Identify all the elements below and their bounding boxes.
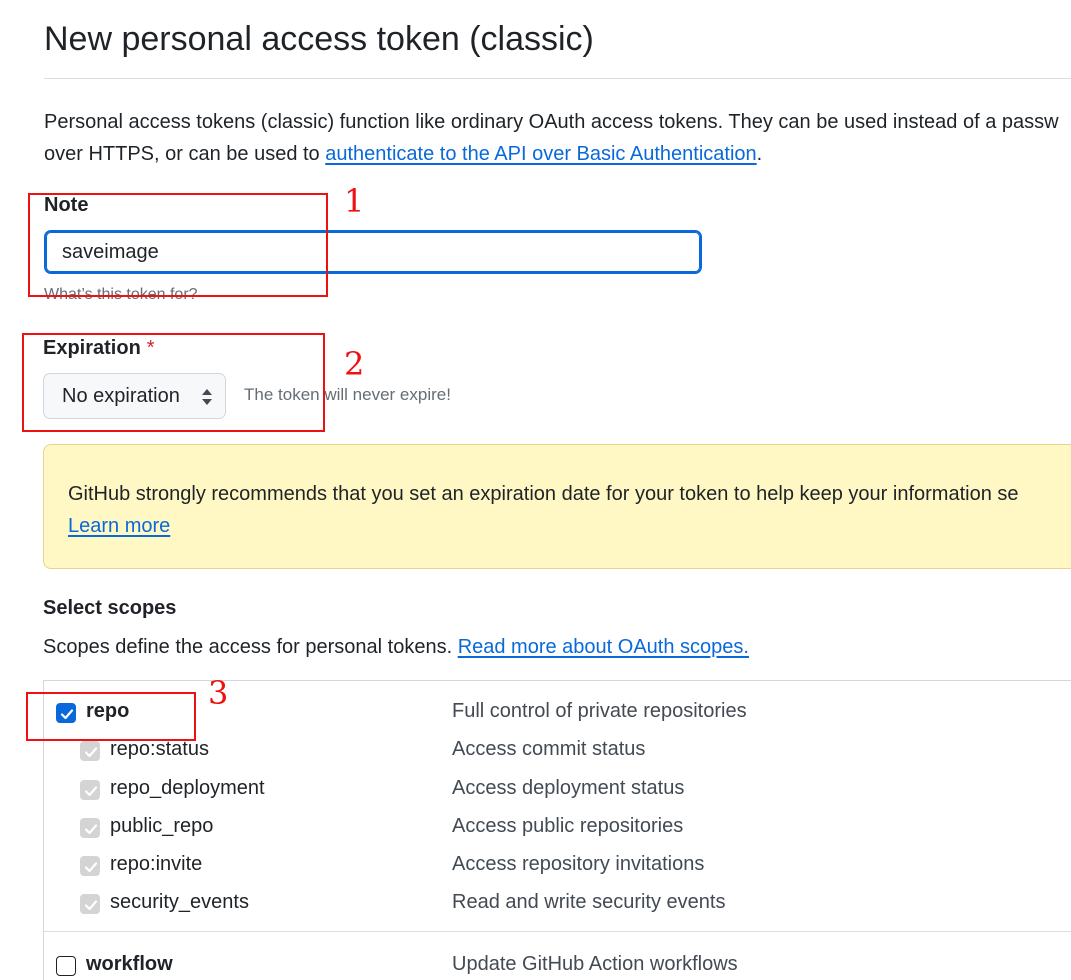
title-divider	[44, 78, 1071, 79]
annotation-label-2: 2	[344, 345, 365, 383]
oauth-scopes-link[interactable]: Read more about OAuth scopes.	[458, 636, 749, 658]
warning-text: GitHub strongly recommends that you set …	[68, 483, 1019, 505]
intro-line-2: over HTTPS, or can be used to authentica…	[44, 138, 1071, 170]
scope-checkbox-security-events	[80, 894, 100, 914]
page: New personal access token (classic) Pers…	[0, 0, 1071, 980]
scope-checkbox-repo-deployment	[80, 780, 100, 800]
scope-name: repo_deployment	[110, 777, 265, 799]
scope-description: Update GitHub Action workflows	[452, 953, 738, 975]
check-icon	[84, 862, 98, 873]
scope-description: Full control of private repositories	[452, 700, 747, 722]
scopes-description: Scopes define the access for personal to…	[43, 636, 749, 659]
annotation-label-3: 3	[208, 674, 229, 712]
scope-description: Access commit status	[452, 738, 646, 760]
scope-row-security-events: security_events Read and write security …	[0, 889, 1071, 919]
intro-line-2-text: over HTTPS, or can be used to	[44, 143, 326, 165]
check-icon	[84, 824, 98, 835]
scope-row-workflow: workflow Update GitHub Action workflows	[0, 951, 1071, 980]
annotation-label-1: 1	[344, 182, 365, 220]
scope-name: public_repo	[110, 815, 214, 837]
scope-name: repo:invite	[110, 853, 203, 875]
intro-paragraph: Personal access tokens (classic) functio…	[44, 106, 1071, 170]
scope-name: repo:status	[110, 738, 209, 760]
scope-group-divider	[44, 931, 1071, 932]
scope-row-repo-invite: repo:invite Access repository invitation…	[0, 851, 1071, 881]
learn-more-link[interactable]: Learn more	[68, 515, 170, 537]
scope-checkbox-repo-status	[80, 741, 100, 761]
scope-description: Access repository invitations	[452, 853, 705, 875]
check-icon	[84, 747, 98, 758]
scope-name: security_events	[110, 891, 249, 913]
scope-name: workflow	[86, 953, 173, 975]
scope-row-repo-deployment: repo_deployment Access deployment status	[0, 775, 1071, 805]
basic-auth-link[interactable]: authenticate to the API over Basic Authe…	[325, 143, 756, 165]
check-icon	[84, 900, 98, 911]
check-icon	[84, 786, 98, 797]
scopes-title: Select scopes	[43, 597, 177, 619]
scope-checkbox-repo-invite	[80, 856, 100, 876]
scope-description: Read and write security events	[452, 891, 726, 913]
intro-line-2-end: .	[756, 143, 763, 165]
warning-text-block: GitHub strongly recommends that you set …	[68, 478, 1019, 542]
scopes-description-text: Scopes define the access for personal to…	[43, 636, 458, 658]
intro-line-1: Personal access tokens (classic) functio…	[44, 111, 1059, 133]
scope-checkbox-workflow[interactable]	[56, 956, 76, 976]
expiration-warning: GitHub strongly recommends that you set …	[43, 444, 1071, 569]
annotation-box-2	[22, 333, 325, 432]
scope-description: Access public repositories	[452, 815, 684, 837]
page-title: New personal access token (classic)	[44, 20, 594, 58]
scope-row-public-repo: public_repo Access public repositories	[0, 813, 1071, 843]
scope-description: Access deployment status	[452, 777, 685, 799]
scope-checkbox-public-repo	[80, 818, 100, 838]
annotation-box-3	[26, 692, 196, 741]
annotation-box-1	[28, 193, 328, 297]
